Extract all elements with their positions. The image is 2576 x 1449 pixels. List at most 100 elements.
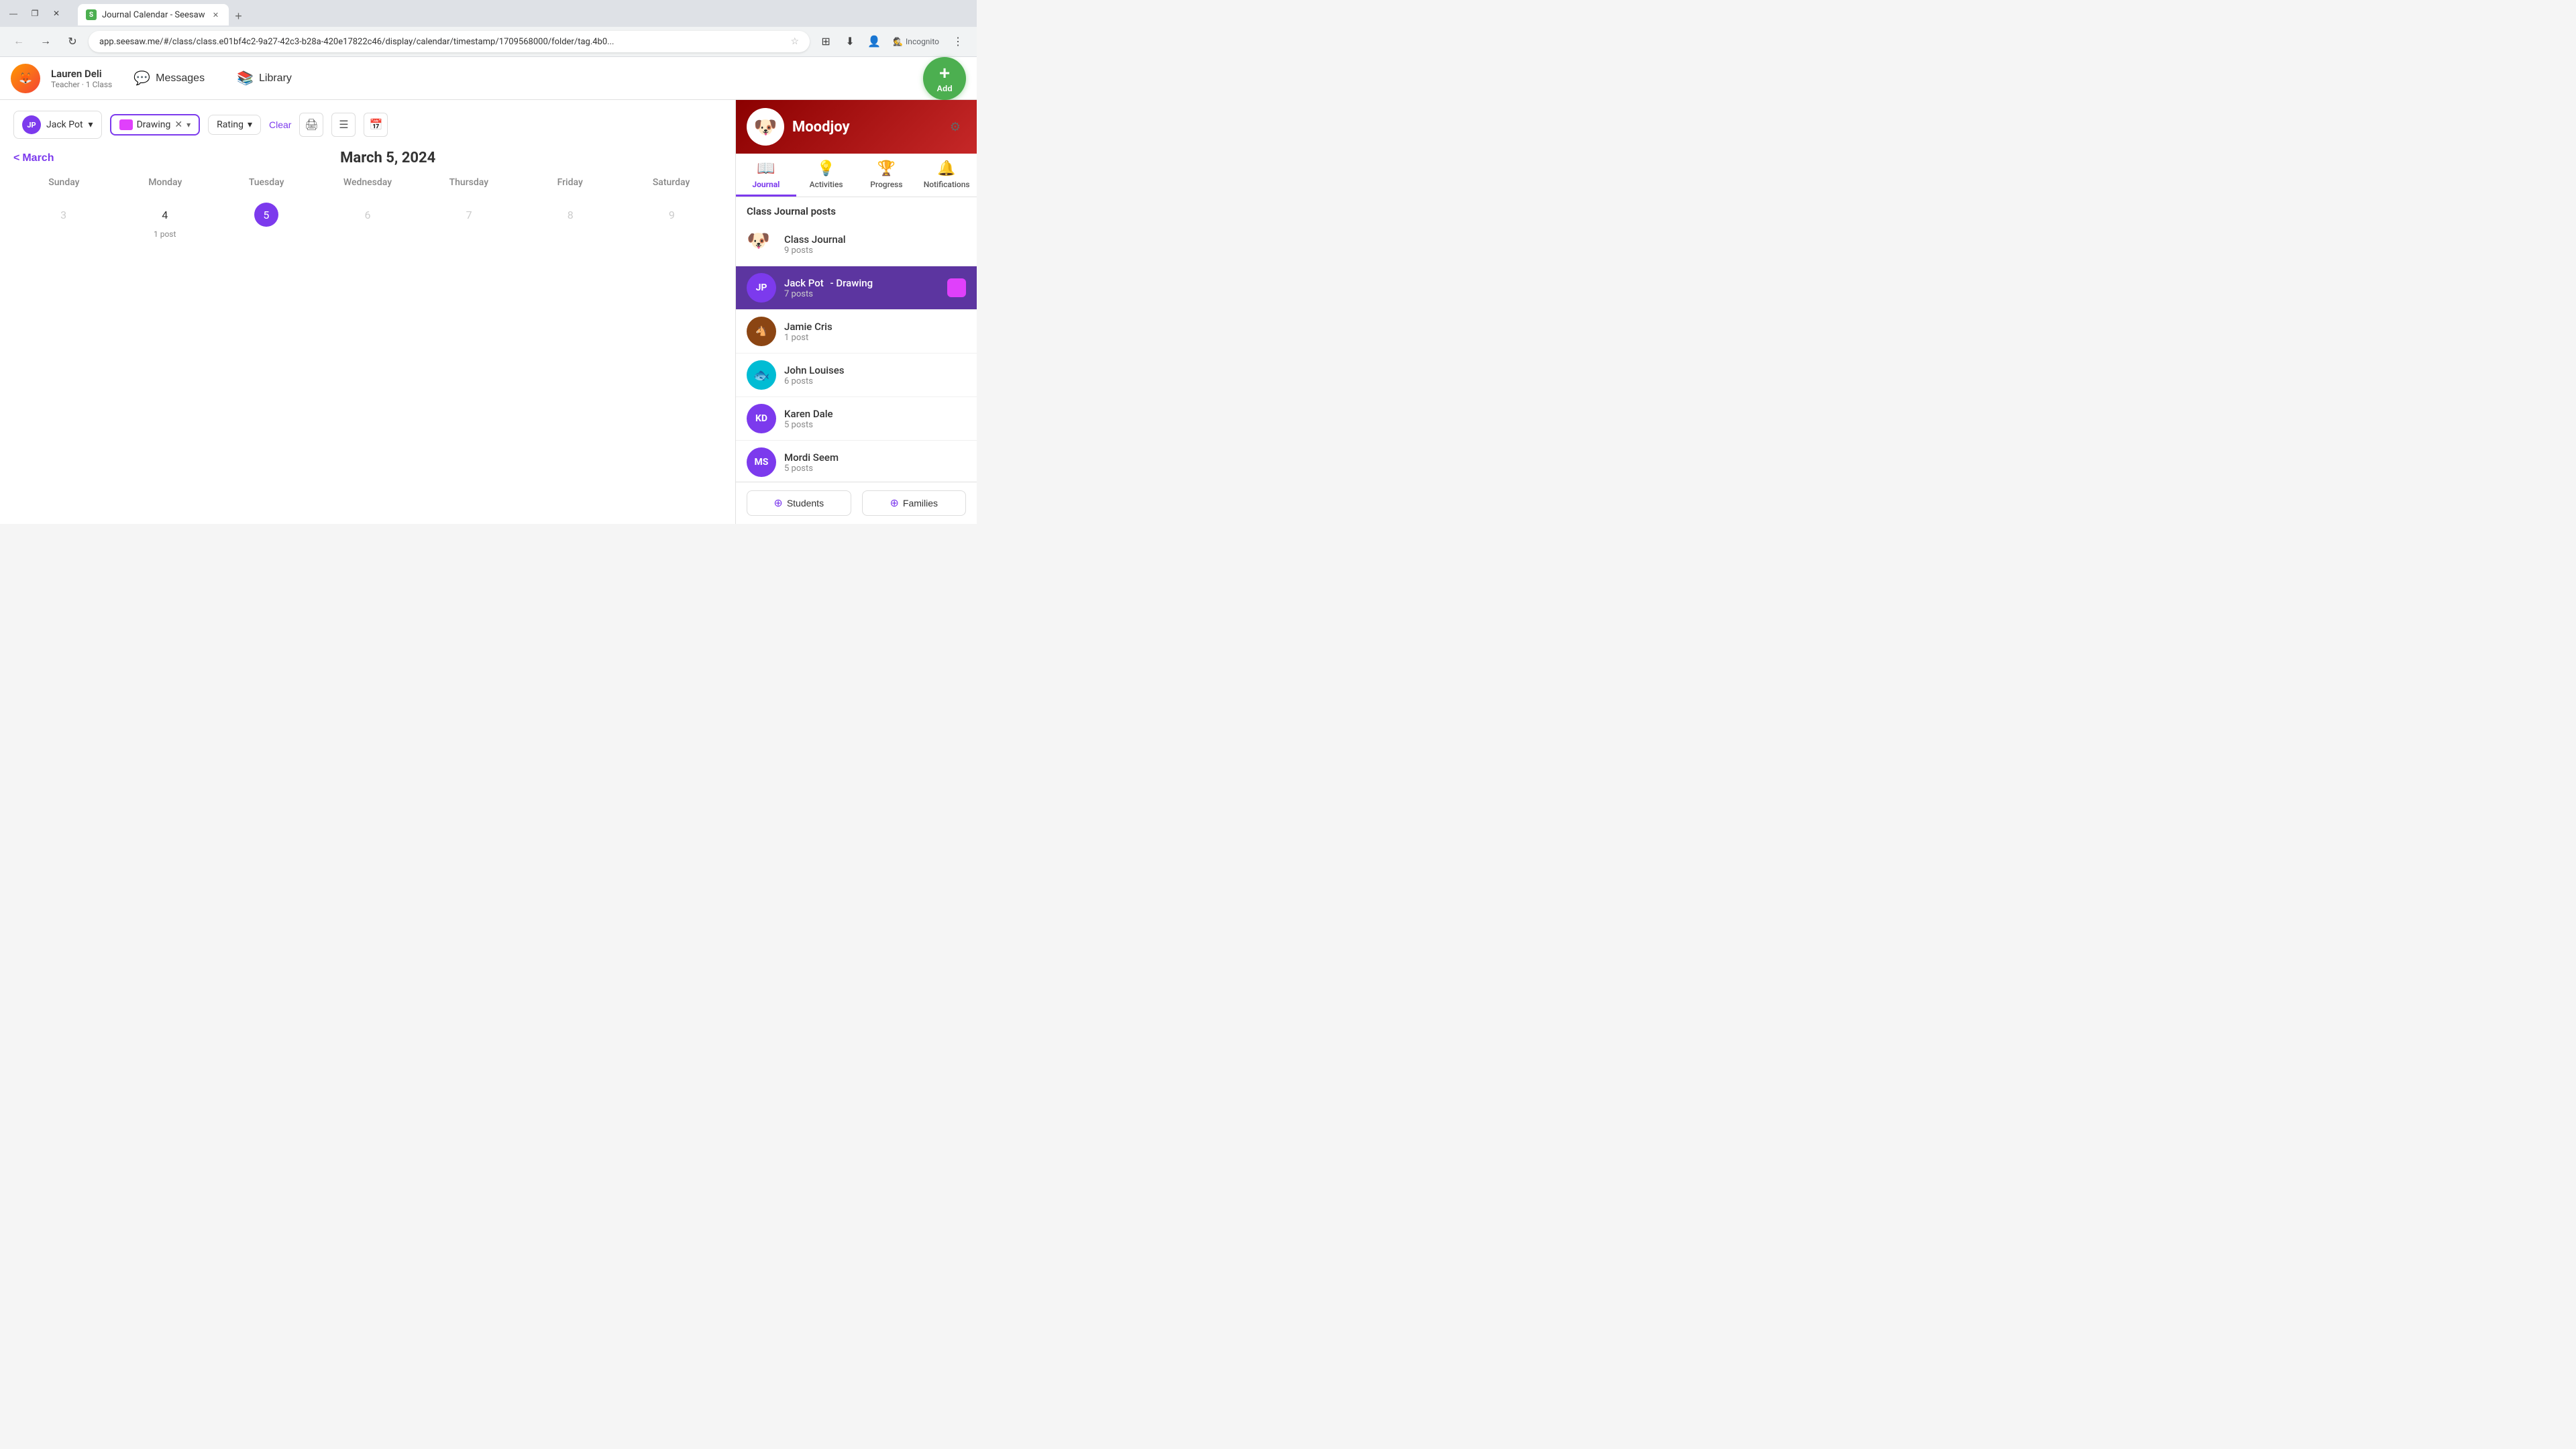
- menu-button[interactable]: ⋮: [947, 31, 969, 52]
- day-num-8: 8: [558, 203, 582, 227]
- avatar-image: 🦊: [19, 72, 32, 85]
- forward-button[interactable]: →: [35, 31, 56, 52]
- mordi-seem-item[interactable]: MS Mordi Seem 5 posts: [736, 441, 977, 482]
- address-bar[interactable]: app.seesaw.me/#/class/class.e01bf4c2-9a2…: [89, 31, 810, 52]
- download-button[interactable]: ⬇: [839, 31, 861, 52]
- library-button[interactable]: 📚 Library: [226, 64, 303, 92]
- toolbar-actions: ⊞ ⬇ 👤 🕵 Incognito ⋮: [815, 31, 969, 52]
- class-journal-item[interactable]: 🐶 Class Journal 9 posts: [736, 223, 977, 266]
- moodjoy-banner: 🐶 Moodjoy ⚙: [736, 100, 977, 154]
- students-button[interactable]: ⊕ Students: [747, 490, 851, 516]
- student-select[interactable]: JP Jack Pot ▾: [13, 111, 102, 139]
- list-view-button[interactable]: ☰: [331, 113, 356, 137]
- activities-tab-icon: 💡: [817, 160, 835, 177]
- cal-day-5[interactable]: 5: [216, 196, 316, 250]
- right-sidebar: 🐶 Moodjoy ⚙ 📖 Journal 💡 Activities 🏆 Pro…: [735, 100, 977, 524]
- print-icon: 🖨: [305, 118, 318, 131]
- user-role: Teacher · 1 Class: [51, 80, 112, 89]
- jamie-cris-item[interactable]: 🐴 Jamie Cris 1 post: [736, 310, 977, 354]
- day-num-6: 6: [356, 203, 380, 227]
- cal-day-3[interactable]: 3: [13, 196, 113, 250]
- day-tuesday: Tuesday: [216, 174, 317, 191]
- messages-button[interactable]: 💬 Messages: [123, 64, 215, 92]
- class-journal-avatar: 🐶: [747, 229, 776, 259]
- plus-families-icon: ⊕: [890, 496, 898, 510]
- jack-pot-item[interactable]: JP Jack Pot - Drawing 7 posts: [736, 266, 977, 310]
- students-label: Students: [787, 498, 824, 508]
- bookmark-icon[interactable]: ☆: [791, 36, 800, 47]
- sidebar-footer: ⊕ Students ⊕ Families: [736, 482, 977, 524]
- list-icon: ☰: [339, 118, 348, 131]
- tab-notifications[interactable]: 🔔 Notifications: [916, 154, 977, 197]
- folder-clear-icon[interactable]: ✕: [174, 119, 182, 130]
- sidebar-content: Class Journal posts 🐶 Class Journal 9 po…: [736, 197, 977, 482]
- journal-tab-icon: 📖: [757, 160, 775, 177]
- jack-pot-info: Jack Pot - Drawing 7 posts: [784, 277, 939, 299]
- john-louises-item[interactable]: 🐟 John Louises 6 posts: [736, 354, 977, 397]
- tab-progress[interactable]: 🏆 Progress: [857, 154, 917, 197]
- families-button[interactable]: ⊕ Families: [862, 490, 967, 516]
- john-louises-info: John Louises 6 posts: [784, 364, 966, 386]
- profile-button[interactable]: 👤: [863, 31, 885, 52]
- karen-dale-item[interactable]: KD Karen Dale 5 posts: [736, 397, 977, 441]
- class-journal-info: Class Journal 9 posts: [784, 233, 966, 256]
- calendar-view-button[interactable]: 📅: [364, 113, 388, 137]
- notifications-tab-icon: 🔔: [937, 160, 955, 177]
- minimize-button[interactable]: —: [5, 5, 21, 21]
- close-button[interactable]: ✕: [48, 5, 64, 21]
- families-label: Families: [903, 498, 938, 508]
- messages-icon: 💬: [133, 70, 150, 87]
- cal-day-6[interactable]: 6: [317, 196, 417, 250]
- tab-activities[interactable]: 💡 Activities: [796, 154, 857, 197]
- mordi-seem-info: Mordi Seem 5 posts: [784, 451, 966, 474]
- cal-day-7[interactable]: 7: [419, 196, 519, 250]
- folder-name: Drawing: [137, 119, 171, 130]
- journal-tab-label: Journal: [752, 180, 780, 189]
- john-louises-avatar: 🐟: [747, 360, 776, 390]
- window-controls: — ❐ ✕: [5, 5, 64, 21]
- day-posts-4: 1 post: [154, 229, 176, 239]
- john-louises-posts: 6 posts: [784, 376, 966, 386]
- class-journal-posts: 9 posts: [784, 246, 966, 256]
- library-label: Library: [259, 72, 292, 85]
- plus-icon: +: [939, 64, 950, 83]
- jamie-cris-avatar: 🐴: [747, 317, 776, 346]
- cal-day-8[interactable]: 8: [521, 196, 621, 250]
- day-wednesday: Wednesday: [317, 174, 419, 191]
- month-label: March: [22, 152, 54, 164]
- student-avatar: JP: [22, 115, 41, 134]
- back-button[interactable]: ←: [8, 31, 30, 52]
- new-tab-button[interactable]: +: [229, 7, 248, 25]
- jack-pot-badge: [947, 278, 966, 297]
- folder-filter[interactable]: Drawing ✕ ▾: [110, 114, 201, 136]
- maximize-button[interactable]: ❐: [27, 5, 43, 21]
- tab-close-button[interactable]: ✕: [210, 9, 221, 20]
- rating-filter[interactable]: Rating ▾: [208, 115, 261, 135]
- moodjoy-avatar: 🐶: [747, 108, 784, 146]
- cal-day-4[interactable]: 4 1 post: [115, 196, 215, 250]
- day-num-5: 5: [254, 203, 278, 227]
- tab-favicon: S: [86, 9, 97, 20]
- library-icon: 📚: [237, 70, 254, 87]
- class-journal-name: Class Journal: [784, 233, 966, 246]
- cal-day-9[interactable]: 9: [622, 196, 722, 250]
- progress-tab-label: Progress: [870, 180, 902, 189]
- month-back-button[interactable]: < March: [13, 152, 54, 164]
- address-text: app.seesaw.me/#/class/class.e01bf4c2-9a2…: [99, 37, 786, 47]
- activities-tab-label: Activities: [810, 180, 843, 189]
- clear-button[interactable]: Clear: [269, 119, 291, 130]
- add-label: Add: [936, 84, 952, 93]
- extensions-button[interactable]: ⊞: [815, 31, 837, 52]
- plus-students-icon: ⊕: [773, 496, 782, 510]
- day-friday: Friday: [519, 174, 621, 191]
- settings-button[interactable]: ⚙: [945, 116, 966, 138]
- browser-chrome: — ❐ ✕ S Journal Calendar - Seesaw ✕ + ← …: [0, 0, 977, 57]
- reload-button[interactable]: ↻: [62, 31, 83, 52]
- folder-icon: [119, 119, 133, 130]
- tab-journal[interactable]: 📖 Journal: [736, 154, 796, 197]
- tab-title: Journal Calendar - Seesaw: [102, 10, 205, 20]
- add-button[interactable]: + Add: [923, 57, 966, 100]
- print-button[interactable]: 🖨: [299, 113, 323, 137]
- mordi-seem-avatar: MS: [747, 447, 776, 477]
- active-tab[interactable]: S Journal Calendar - Seesaw ✕: [78, 4, 229, 25]
